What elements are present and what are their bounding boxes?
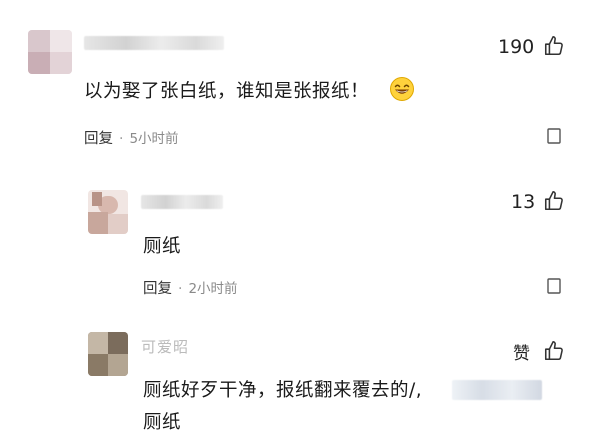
comment-text-line-1: 厕纸好歹干净，报纸翻来覆去的/, [143,380,423,401]
timestamp: 5小时前 [129,131,179,147]
comment-meta: 回复 · 5小时前 [84,131,179,147]
like-count: 13 [511,191,536,213]
comment-text: 厕纸 [143,236,182,257]
mention-blurred[interactable] [452,380,542,400]
comment-text-line-2: 厕纸 [143,412,182,433]
avatar[interactable] [28,30,72,74]
more-icon[interactable] [547,278,561,294]
username[interactable]: 可爱昭 [141,336,189,357]
timestamp: 2小时前 [188,281,238,297]
comment-2: 13 厕纸 回复 · 2小时前 [0,170,600,310]
like-label: 赞 [513,344,530,364]
thumbs-up-icon[interactable] [543,35,565,57]
more-icon[interactable] [547,128,561,144]
username-blurred[interactable] [84,36,224,50]
laughing-emoji-icon [389,76,415,102]
reply-button[interactable]: 回复 [84,131,113,147]
like-count: 190 [498,36,535,58]
avatar[interactable] [88,332,128,376]
comment-3: 可爱昭 赞 厕纸好歹干净，报纸翻来覆去的/, 厕纸 [0,310,600,433]
comment-text: 以为娶了张白纸，谁知是张报纸！ [84,81,370,102]
avatar[interactable] [88,190,128,234]
username-blurred[interactable] [141,195,223,209]
thumbs-up-icon[interactable] [543,190,565,212]
comment-meta: 回复 · 2小时前 [143,281,238,297]
thumbs-up-icon[interactable] [543,340,565,362]
comment-1: 190 以为娶了张白纸，谁知是张报纸！ 回复 · 5小时前 [0,0,600,170]
reply-button[interactable]: 回复 [143,281,172,297]
